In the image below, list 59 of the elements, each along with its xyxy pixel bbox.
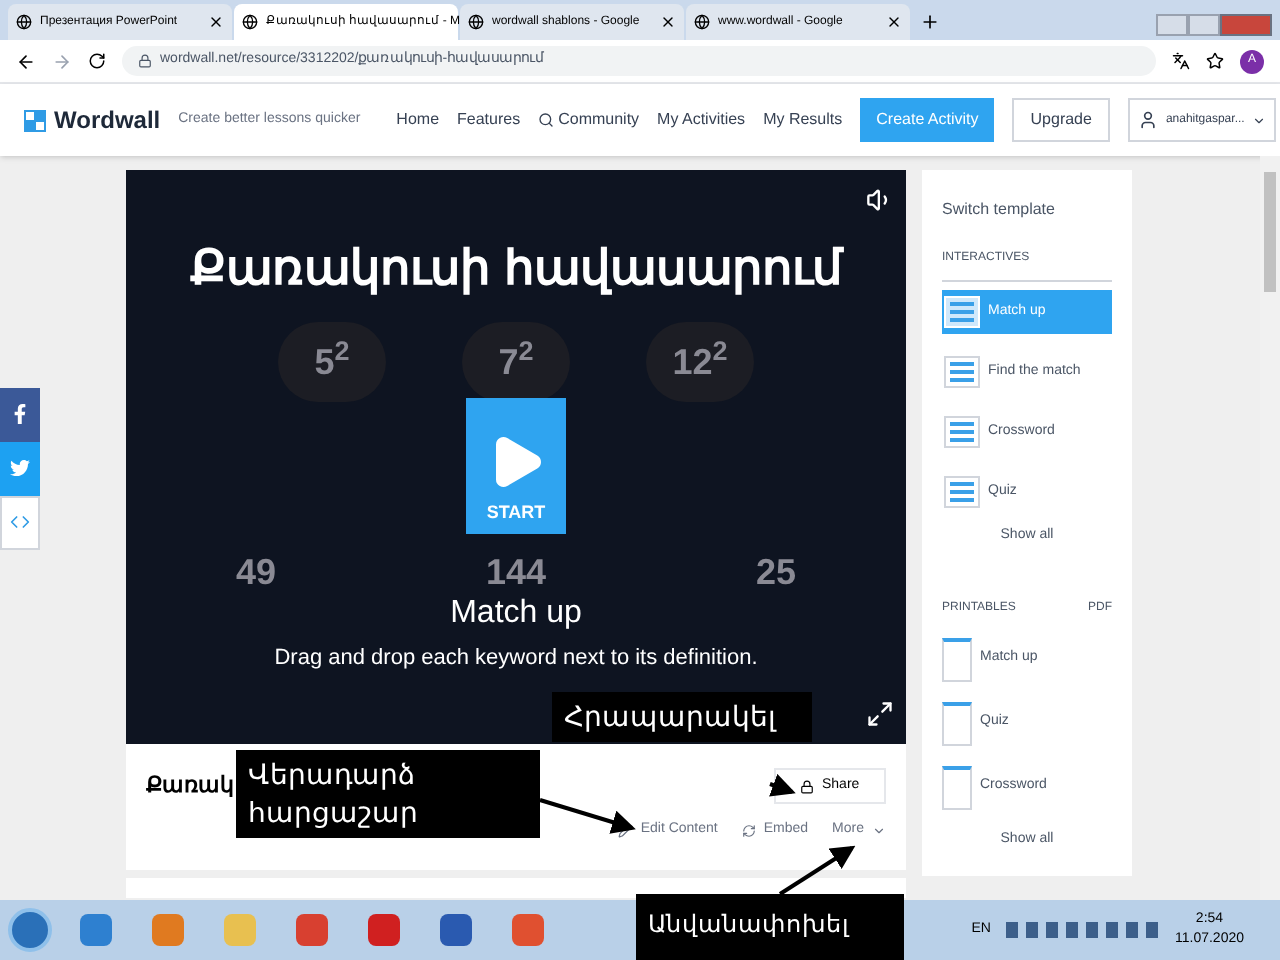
callout-box: Անվանափոխել — [636, 894, 904, 960]
bookmark-star-icon[interactable] — [1206, 52, 1224, 70]
worksheet-icon — [942, 701, 972, 745]
back-icon[interactable] — [16, 51, 36, 71]
refresh-icon — [741, 823, 756, 838]
card-number: 12$^{2}$ — [672, 344, 728, 380]
nav-link[interactable]: My Activities — [657, 108, 746, 132]
caret-icon — [872, 823, 886, 838]
site-icon — [242, 14, 258, 30]
new-tab-icon[interactable] — [920, 12, 940, 32]
logo-text[interactable]: Wordwall — [54, 102, 161, 138]
user-avatar-icon — [1137, 110, 1158, 130]
nav-link[interactable]: Home — [396, 108, 440, 132]
close-icon[interactable] — [660, 14, 676, 30]
activity-title: Քառակ — [146, 771, 234, 802]
fullscreen-icon[interactable] — [866, 700, 894, 728]
sidebar-heading: Switch template — [942, 198, 1057, 222]
worksheet-icon — [942, 637, 972, 681]
close-icon[interactable] — [886, 14, 902, 30]
facebook-share-icon[interactable] — [0, 387, 40, 441]
arrow — [539, 798, 636, 834]
template-thumbnail-icon — [944, 356, 980, 388]
template-thumbnail-icon — [944, 416, 980, 448]
lock-icon — [138, 54, 152, 68]
callout-box: Վերադարձ հարցաշար — [236, 750, 540, 838]
nav-link[interactable]: Community — [538, 108, 640, 132]
worksheet-icon — [942, 765, 972, 809]
nav-link[interactable]: Features — [457, 108, 521, 132]
embed-code-icon[interactable] — [0, 495, 40, 549]
game-instructions: Drag and drop each keyword next to its definition. — [274, 644, 758, 674]
logo-icon — [24, 109, 46, 131]
search-icon — [538, 112, 555, 128]
site-icon — [468, 14, 484, 30]
window-controls-drawing[interactable] — [1156, 14, 1272, 36]
caret-icon — [1252, 113, 1267, 127]
template-name: Match up — [450, 594, 582, 634]
tray-icons-drawing[interactable] — [1006, 922, 1159, 938]
twitter-share-icon[interactable] — [0, 441, 40, 495]
game-title: Քառակուսի հավասարում — [190, 240, 842, 300]
upgrade-button[interactable]: Upgrade — [1012, 98, 1110, 142]
close-icon[interactable] — [208, 14, 224, 30]
forward-icon[interactable] — [52, 51, 72, 71]
callout-box: Հրապարակել — [552, 692, 812, 742]
site-icon — [694, 14, 710, 30]
translate-icon[interactable] — [1172, 52, 1190, 70]
template-thumbnail-icon — [944, 296, 980, 328]
card-number: 49 — [236, 554, 277, 590]
arrow — [769, 773, 796, 797]
lock-icon — [800, 779, 814, 793]
site-icon — [16, 14, 32, 30]
card-number: 25 — [755, 554, 796, 590]
reload-icon[interactable] — [88, 52, 106, 70]
start-orb-icon[interactable] — [8, 908, 52, 952]
card-number: 5$^{2}$ — [314, 344, 350, 380]
template-thumbnail-icon — [944, 476, 980, 508]
card-number: 7$^{2}$ — [498, 344, 534, 380]
arrow — [778, 845, 856, 896]
card-number: 144 — [485, 554, 547, 590]
nav-link[interactable]: My Results — [763, 108, 843, 132]
